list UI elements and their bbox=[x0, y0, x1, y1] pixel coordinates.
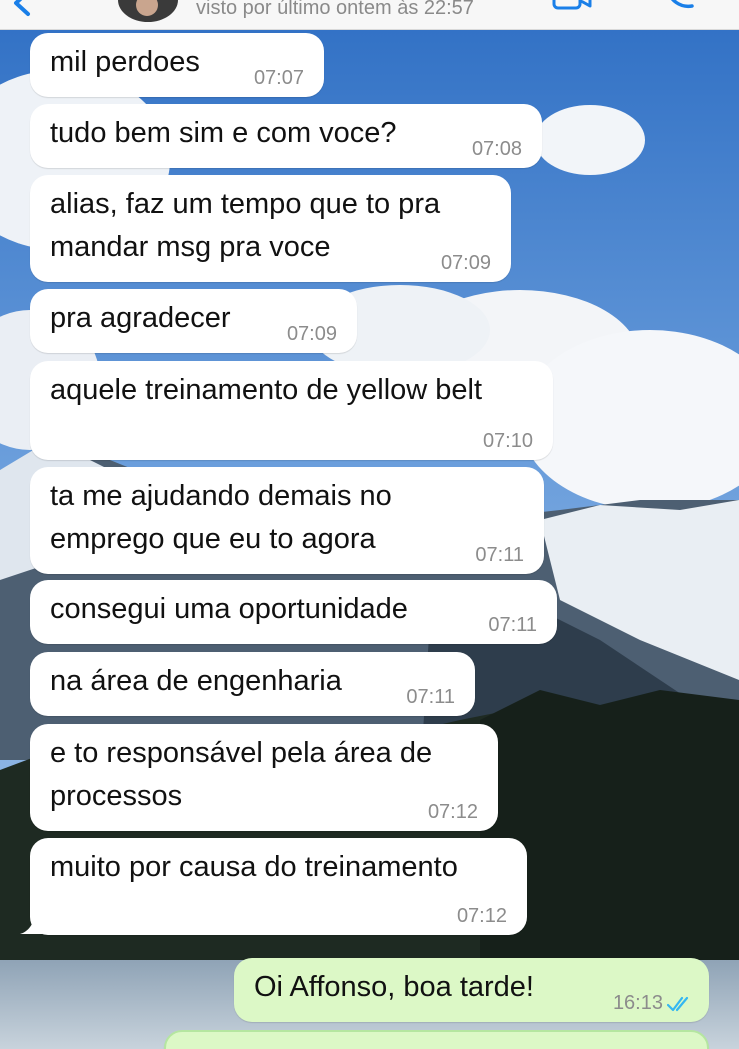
message-text: consegui uma oportunidade bbox=[50, 593, 408, 625]
message-timestamp: 07:11 bbox=[475, 544, 524, 566]
message-timestamp: 07:09 bbox=[286, 323, 337, 345]
message-text: tudo bem sim e com voce? bbox=[50, 117, 397, 149]
voice-call-icon[interactable] bbox=[664, 0, 698, 10]
bubble-tail bbox=[20, 912, 42, 934]
message-bubble-incoming[interactable]: ta me ajudando demais no emprego que eu … bbox=[30, 467, 544, 574]
message-timestamp: 07:08 bbox=[471, 138, 522, 160]
message-timestamp: 07:12 bbox=[427, 801, 478, 823]
message-bubble-incoming[interactable]: aquele treinamento de yellow belt 07:10 bbox=[30, 361, 553, 460]
message-bubble-incoming[interactable]: consegui uma oportunidade 07:11 bbox=[30, 580, 557, 644]
message-text: alias, faz um tempo que to pra mandar ms… bbox=[50, 188, 441, 263]
message-timestamp: 07:07 bbox=[253, 67, 304, 89]
message-bubble-incoming[interactable]: tudo bem sim e com voce? 07:08 bbox=[30, 104, 542, 168]
message-timestamp: 07:10 bbox=[482, 430, 533, 452]
message-text: ta me ajudando demais no emprego que eu … bbox=[50, 480, 392, 555]
contact-avatar[interactable] bbox=[118, 0, 178, 22]
message-bubble-outgoing-partial[interactable] bbox=[164, 1030, 709, 1049]
message-bubble-incoming[interactable]: na área de engenharia 07:11 bbox=[30, 652, 475, 716]
message-bubble-incoming[interactable]: e to responsável pela área de processos … bbox=[30, 724, 498, 831]
message-text: na área de engenharia bbox=[50, 665, 342, 697]
message-timestamp: 16:13 bbox=[612, 992, 663, 1014]
message-text: muito por causa do treinamento bbox=[50, 851, 458, 883]
message-bubble-incoming[interactable]: muito por causa do treinamento 07:12 bbox=[30, 838, 527, 935]
message-timestamp: 07:09 bbox=[440, 252, 491, 274]
message-timestamp: 07:11 bbox=[406, 686, 455, 708]
last-seen-status: visto por último ontem às 22:57 bbox=[196, 0, 474, 19]
message-bubble-incoming[interactable]: alias, faz um tempo que to pra mandar ms… bbox=[30, 175, 511, 282]
back-chevron-icon[interactable] bbox=[8, 0, 38, 18]
message-timestamp: 07:12 bbox=[456, 905, 507, 927]
message-bubble-incoming[interactable]: pra agradecer 07:09 bbox=[30, 289, 357, 353]
video-call-icon[interactable] bbox=[552, 0, 592, 12]
message-timestamp: 07:11 bbox=[488, 614, 537, 636]
read-receipt-icon bbox=[667, 996, 689, 1012]
message-bubble-incoming[interactable]: mil perdoes 07:07 bbox=[30, 33, 324, 97]
message-text: aquele treinamento de yellow belt bbox=[50, 374, 483, 406]
message-bubble-outgoing[interactable]: Oi Affonso, boa tarde! 16:13 bbox=[234, 958, 709, 1022]
message-text: e to responsável pela área de processos bbox=[50, 737, 433, 812]
chat-header: visto por último ontem às 22:57 bbox=[0, 0, 739, 30]
